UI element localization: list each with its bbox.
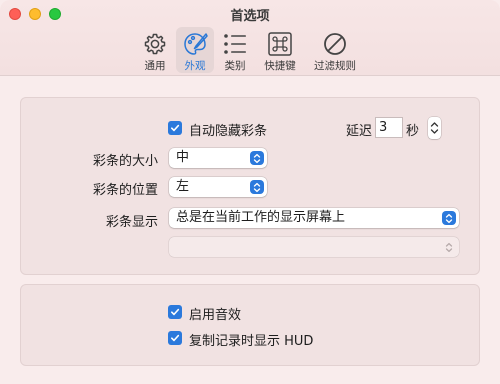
updown-chevron-icon [250, 180, 264, 194]
delay-stepper[interactable] [428, 117, 441, 139]
bar-position-value: 左 [176, 179, 190, 194]
tab-shortcuts-label: 快捷键 [264, 60, 296, 72]
bar-position-label: 彩条的位置 [92, 183, 158, 198]
auto-hide-label: 自动隐藏彩条 [189, 124, 268, 139]
bar-display-value: 总是在当前工作的显示屏幕上 [176, 210, 346, 225]
bar-position-select[interactable]: 左 [169, 177, 267, 197]
tab-general-label: 通用 [144, 60, 166, 72]
auto-hide-checkbox[interactable] [168, 121, 182, 135]
bar-display-select[interactable]: 总是在当前工作的显示屏幕上 [169, 208, 459, 228]
stepper-arrows-icon [430, 122, 439, 134]
updown-chevron-icon [250, 151, 264, 165]
preferences-window: 首选项 通用 外观 类别 快捷键 过滤规则 自动隐藏彩条 延迟 3 秒 彩条的大… [0, 0, 500, 384]
delay-label: 延迟 [346, 124, 373, 139]
tab-shortcuts[interactable]: 快捷键 [260, 27, 300, 73]
tab-filter-rules-label: 过滤规则 [314, 60, 356, 72]
bar-size-select[interactable]: 中 [169, 148, 267, 168]
enable-sound-label: 启用音效 [189, 308, 242, 323]
updown-chevron-icon [442, 211, 456, 225]
gear-icon [141, 30, 169, 57]
checkmark-icon [171, 334, 180, 342]
show-hud-checkbox[interactable] [168, 331, 182, 345]
titlebar-toolbar: 首选项 通用 外观 类别 快捷键 过滤规则 [0, 0, 500, 76]
enable-sound-checkbox[interactable] [168, 305, 182, 319]
list-icon [221, 30, 249, 57]
checkmark-icon [171, 124, 180, 132]
checkmark-icon [171, 308, 180, 316]
tab-categories-label: 类别 [224, 60, 246, 72]
secondary-display-select[interactable] [169, 237, 459, 257]
sound-panel [20, 284, 480, 366]
bar-display-label: 彩条显示 [105, 215, 158, 230]
bar-size-value: 中 [176, 150, 190, 165]
updown-chevron-icon [442, 240, 456, 254]
tab-appearance-label: 外观 [184, 60, 206, 72]
prohibited-icon [321, 30, 349, 57]
tab-categories[interactable]: 类别 [220, 27, 250, 73]
tab-filter-rules[interactable]: 过滤规则 [309, 27, 361, 73]
paintbrush-palette-icon [181, 30, 209, 57]
window-title: 首选项 [230, 9, 270, 24]
command-key-icon [266, 30, 294, 57]
show-hud-label: 复制记录时显示 HUD [189, 334, 314, 349]
delay-input[interactable]: 3 [375, 117, 403, 138]
bar-size-label: 彩条的大小 [92, 154, 158, 169]
tab-general[interactable]: 通用 [139, 27, 171, 73]
tab-appearance[interactable]: 外观 [176, 27, 214, 73]
delay-unit-label: 秒 [406, 124, 420, 139]
